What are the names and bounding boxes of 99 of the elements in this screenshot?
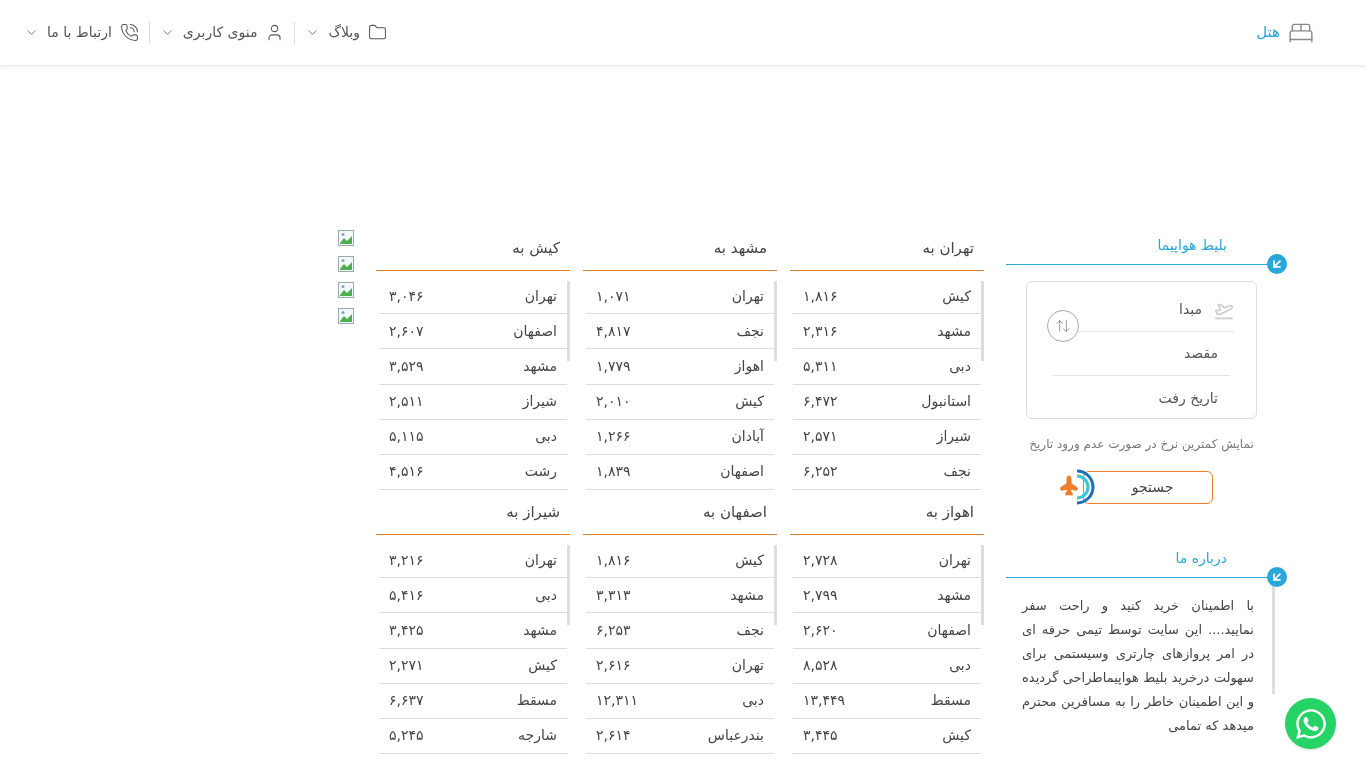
swap-button[interactable] bbox=[1047, 310, 1079, 342]
price-text: ۱,۸۱۶ bbox=[803, 286, 838, 306]
section-title: درباره ما bbox=[1175, 549, 1228, 568]
price-text: ۲,۶۲۰ bbox=[803, 620, 838, 640]
city-name[interactable]: رشت bbox=[524, 461, 557, 483]
city-name[interactable]: نجف bbox=[736, 320, 764, 342]
city-name[interactable]: کیش bbox=[528, 655, 557, 677]
section-title: بلیط هواپیما bbox=[1157, 236, 1228, 256]
table-title: کیش به bbox=[512, 238, 561, 259]
price-text: ۲,۰۱۰ bbox=[596, 392, 631, 412]
city-name[interactable]: دبی bbox=[535, 426, 557, 448]
price-text: ۱۳,۴۴۹ bbox=[803, 691, 846, 711]
city-name[interactable]: مشهد bbox=[523, 355, 557, 377]
city-name[interactable]: مسقط bbox=[930, 690, 971, 712]
search-button[interactable]: جستجو bbox=[1082, 471, 1213, 504]
city-name[interactable]: اهواز bbox=[734, 355, 764, 377]
price-text: ۲,۵۱۱ bbox=[389, 392, 424, 412]
city-name[interactable]: تهران bbox=[524, 549, 557, 571]
city-name[interactable]: تهران bbox=[731, 655, 764, 677]
origin-field[interactable]: مبدا bbox=[1082, 299, 1202, 320]
price-text: ۳,۳۱۳ bbox=[596, 585, 631, 605]
city-name[interactable]: شیراز bbox=[936, 426, 971, 448]
city-name[interactable]: مشهد bbox=[730, 584, 764, 606]
city-name[interactable]: دبی bbox=[535, 584, 557, 606]
price-text: ۵,۲۴۵ bbox=[389, 726, 424, 746]
price-text: ۴,۵۱۶ bbox=[389, 462, 424, 482]
city-name[interactable]: اصفهان bbox=[720, 461, 764, 483]
price-text: ۸,۵۲۸ bbox=[803, 656, 838, 676]
date-field[interactable]: تاریخ رفت bbox=[1044, 387, 1218, 409]
note-text: نمایش کمترین نرخ در صورت عدم ورود تاریخ bbox=[1028, 436, 1255, 453]
price-text: ۶,۲۵۲ bbox=[803, 462, 838, 482]
whatsapp-icon bbox=[1293, 706, 1328, 741]
price-text: ۱,۷۷۹ bbox=[596, 356, 631, 376]
broken-image-icon bbox=[338, 282, 354, 298]
price-text: ۶,۶۳۷ bbox=[389, 691, 424, 711]
price-text: ۲,۶۱۴ bbox=[596, 726, 631, 746]
price-text: ۶,۲۵۳ bbox=[596, 620, 631, 640]
menu-button[interactable]: منوی کاربری bbox=[159, 22, 285, 43]
price-text: ۴,۸۱۷ bbox=[596, 321, 631, 341]
price-text: ۲,۷۲۸ bbox=[803, 550, 838, 570]
city-name[interactable]: مشهد bbox=[523, 619, 557, 641]
price-text: ۱,۲۶۶ bbox=[596, 427, 631, 447]
folder-icon bbox=[368, 23, 387, 42]
price-text: ۱,۸۳۹ bbox=[596, 462, 631, 482]
table-title: اصفهان به bbox=[703, 502, 768, 523]
phone-icon bbox=[119, 23, 139, 42]
price-text: ۲,۷۹۹ bbox=[803, 585, 838, 605]
city-name[interactable]: بندرعباس bbox=[707, 725, 764, 747]
price-text: ۱,۰۷۱ bbox=[596, 286, 631, 306]
menu-button[interactable]: وبلاگ bbox=[305, 22, 387, 43]
broken-image-icon bbox=[338, 256, 354, 272]
city-name[interactable]: شیراز bbox=[522, 391, 557, 413]
city-name[interactable]: نجف bbox=[736, 619, 764, 641]
city-name[interactable]: دبی bbox=[742, 690, 764, 712]
price-text: ۵,۳۱۱ bbox=[803, 356, 838, 376]
city-name[interactable]: اصفهان bbox=[513, 320, 557, 342]
city-name[interactable]: آبادان bbox=[731, 426, 764, 448]
price-text: ۵,۱۱۵ bbox=[389, 427, 424, 447]
price-text: ۳,۴۴۵ bbox=[803, 726, 838, 746]
city-name[interactable]: شارجه bbox=[518, 725, 557, 747]
price-text: ۵,۴۱۶ bbox=[389, 585, 424, 605]
whatsapp-button[interactable] bbox=[1285, 698, 1336, 749]
city-name[interactable]: مشهد bbox=[937, 320, 971, 342]
city-name[interactable]: کیش bbox=[942, 725, 971, 747]
city-name[interactable]: تهران bbox=[938, 549, 971, 571]
price-text: ۳,۲۱۶ bbox=[389, 550, 424, 570]
city-name[interactable]: کیش bbox=[942, 285, 971, 307]
table-title: اهواز به bbox=[925, 502, 975, 523]
city-name[interactable]: دبی bbox=[949, 355, 971, 377]
city-name[interactable]: مسقط bbox=[516, 690, 557, 712]
about-text: با اطمینان خرید کنید و راحت سفر نمایید.... این سایت توسط تیمی حرفه ای در امر پروازهای چارتری وسیستمی برای سهولت درخرید بلیط هواپیماطراحی گردیده و این اطمینان خاطر را به مسافرین محترم میدهد که تمامی bbox=[1020, 597, 1255, 735]
city-name[interactable]: کیش bbox=[735, 391, 764, 413]
price-text: ۶,۴۷۲ bbox=[803, 392, 838, 412]
price-text: ۳,۵۲۹ bbox=[389, 356, 424, 376]
destination-field[interactable]: مقصد bbox=[1044, 343, 1218, 364]
city-name[interactable]: تهران bbox=[731, 285, 764, 307]
broken-image-icon bbox=[338, 230, 354, 246]
table-title: تهران به bbox=[922, 238, 975, 259]
table-title: مشهد به bbox=[713, 238, 768, 259]
city-name[interactable]: استانبول bbox=[921, 391, 971, 413]
city-name[interactable]: تهران bbox=[524, 285, 557, 307]
price-text: ۱,۸۱۶ bbox=[596, 550, 631, 570]
city-name[interactable]: کیش bbox=[735, 549, 764, 571]
price-text: ۲,۵۷۱ bbox=[803, 427, 838, 447]
menu-button[interactable]: ارتباط با ما bbox=[24, 22, 139, 43]
price-text: ۳,۴۲۵ bbox=[389, 620, 424, 640]
price-text: ۲,۶۱۶ bbox=[596, 656, 631, 676]
broken-image-icon bbox=[338, 308, 354, 324]
price-text: ۲,۳۱۶ bbox=[803, 321, 838, 341]
price-text: ۳,۰۴۶ bbox=[389, 286, 424, 306]
price-text: ۲,۶۰۷ bbox=[389, 321, 424, 341]
swap-icon bbox=[1055, 318, 1071, 334]
city-name[interactable]: دبی bbox=[949, 655, 971, 677]
table-title: شیراز به bbox=[506, 502, 561, 523]
price-text: ۲,۲۷۱ bbox=[389, 656, 424, 676]
city-name[interactable]: اصفهان bbox=[927, 619, 971, 641]
city-name[interactable]: مشهد bbox=[937, 584, 971, 606]
city-name[interactable]: نجف bbox=[943, 461, 971, 483]
price-text: ۱۲,۳۱۱ bbox=[596, 691, 639, 711]
